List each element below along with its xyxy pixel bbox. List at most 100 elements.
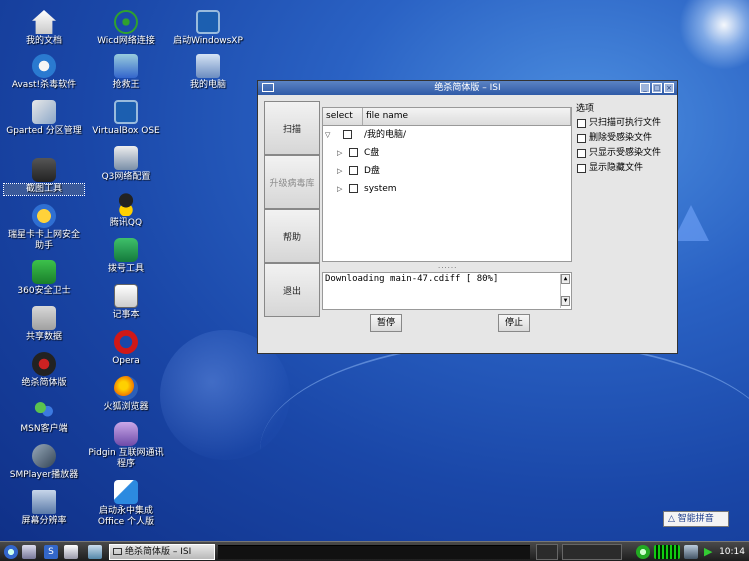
tree-row[interactable]: ▽ /我的电脑/ [323, 126, 571, 144]
wallpaper-arc [260, 340, 749, 560]
desktop-icon-winxp[interactable]: 启动WindowsXP [168, 10, 248, 47]
antivirus-window: 绝杀简体版 – ISI _ □ × 扫描 升级病毒库 帮助 退出 select … [257, 80, 678, 354]
tree-checkbox[interactable] [349, 184, 358, 193]
virtualbox-icon [114, 100, 138, 124]
options-title: 选项 [576, 104, 595, 114]
maximize-icon[interactable]: □ [652, 83, 662, 93]
input-method-indicator[interactable]: △ 智能拼音 [663, 511, 729, 527]
desktop-icon-opera[interactable]: Opera [86, 330, 166, 367]
winxp-icon [196, 10, 220, 34]
expand-arrow-icon[interactable]: ▷ [337, 180, 342, 198]
scroll-up-icon[interactable]: ▲ [561, 274, 570, 284]
tree-row[interactable]: ▷ C盘 [323, 144, 571, 162]
desktop-icon-shared-data[interactable]: 共享数据 [4, 306, 84, 343]
pause-button[interactable]: 暂停 [370, 314, 403, 332]
qq-icon [114, 192, 138, 216]
desktop-icon-dialer[interactable]: 拨号工具 [86, 238, 166, 275]
option-checkbox[interactable] [577, 119, 586, 128]
start-menu-icon[interactable] [4, 545, 18, 559]
workspace-icon[interactable] [88, 545, 102, 559]
desktop-icon-screenshot[interactable]: 截图工具 [3, 158, 85, 196]
quicklaunch-icon[interactable] [22, 545, 36, 559]
light-flare [679, 0, 749, 70]
show-desktop-icon[interactable]: S [44, 545, 58, 559]
expand-arrow-icon[interactable]: ▷ [337, 162, 342, 180]
desktop-icon-resolution[interactable]: 屏幕分辨率 [4, 490, 84, 527]
desktop-icon-firefox[interactable]: 火狐浏览器 [86, 376, 166, 413]
log-scrollbar[interactable]: ▲ ▼ [560, 274, 570, 308]
option-delete-infected[interactable]: 删除受感染文件 [576, 131, 676, 146]
shield-360-icon [32, 260, 56, 284]
scan-button[interactable]: 扫描 [264, 101, 320, 155]
network-graph-icon[interactable] [654, 545, 680, 559]
scroll-down-icon[interactable]: ▼ [561, 296, 570, 306]
taskbar: S 绝杀简体版 – ISI ▶ 10:14 [0, 541, 749, 561]
collapse-arrow-icon[interactable]: ▽ [325, 126, 330, 144]
desktop-icon-my-documents[interactable]: 我的文档 [4, 10, 84, 47]
pane-splitter[interactable]: ...... [438, 262, 457, 270]
close-icon[interactable]: × [664, 83, 674, 93]
update-tray-icon[interactable] [636, 545, 650, 559]
firefox-icon [114, 376, 138, 400]
desktop-icon-gparted[interactable]: Gparted 分区管理 [4, 100, 84, 137]
option-checkbox[interactable] [577, 149, 586, 158]
phone-icon [114, 238, 138, 262]
stop-button[interactable]: 停止 [498, 314, 531, 332]
monitor-icon [32, 490, 56, 514]
option-scan-executables[interactable]: 只扫描可执行文件 [576, 116, 676, 131]
smplayer-icon [32, 444, 56, 468]
office-icon [114, 480, 138, 504]
exit-button[interactable]: 退出 [264, 263, 320, 317]
window-titlebar[interactable]: 绝杀简体版 – ISI _ □ × [258, 81, 677, 95]
desktop-icon-wicd[interactable]: Wicd网络连接 [86, 10, 166, 47]
desktop-icon-avast[interactable]: Avast!杀毒软件 [4, 54, 84, 91]
desktop-icon-virtualbox[interactable]: VirtualBox OSE [86, 100, 166, 137]
wifi-icon [114, 10, 138, 34]
desktop-icon-rescue[interactable]: 抢救王 [86, 54, 166, 91]
option-show-infected-only[interactable]: 只显示受感染文件 [576, 146, 676, 161]
action-panel: 扫描 升级病毒库 帮助 退出 [264, 101, 320, 317]
download-log[interactable]: Downloading main-47.cdiff [ 80%] ▲ ▼ [322, 272, 572, 310]
desktop-icon-q3-network[interactable]: Q3网络配置 [86, 146, 166, 183]
terminal-icon[interactable] [64, 545, 78, 559]
expand-arrow-icon[interactable]: ▷ [337, 144, 342, 162]
window-title: 绝杀简体版 – ISI [434, 83, 501, 93]
desktop-icon-360[interactable]: 360安全卫士 [4, 260, 84, 297]
desktop-icon-notepad[interactable]: 记事本 [86, 284, 166, 321]
window-menu-icon[interactable] [262, 83, 274, 92]
update-virus-db-button[interactable]: 升级病毒库 [264, 155, 320, 209]
tree-checkbox[interactable] [343, 130, 352, 139]
computer-icon [196, 54, 220, 78]
tray-spacer [562, 544, 622, 560]
taskbar-task-antivirus[interactable]: 绝杀简体版 – ISI [109, 544, 215, 560]
desktop-icon-smplayer[interactable]: SMPlayer播放器 [4, 444, 84, 481]
column-file-name[interactable]: file name [363, 108, 571, 125]
minimize-icon[interactable]: _ [640, 83, 650, 93]
rescue-icon [114, 54, 138, 78]
options-group: 选项 只扫描可执行文件 删除受感染文件 只显示受感染文件 显示隐藏文件 [576, 101, 676, 176]
keyboard-icon[interactable] [536, 544, 558, 560]
desktop-icon-qq[interactable]: 腾讯QQ [86, 192, 166, 229]
gparted-icon [32, 100, 56, 124]
clock: 10:14 [719, 547, 745, 557]
column-select[interactable]: select [323, 108, 363, 125]
desktop-icon-ruixing[interactable]: 瑞星卡卡上网安全助手 [4, 204, 84, 252]
option-show-hidden[interactable]: 显示隐藏文件 [576, 161, 676, 176]
play-icon[interactable]: ▶ [704, 545, 714, 559]
option-checkbox[interactable] [577, 134, 586, 143]
tree-checkbox[interactable] [349, 166, 358, 175]
desktop-icon-pidgin[interactable]: Pidgin 互联网通讯程序 [86, 422, 166, 470]
tree-checkbox[interactable] [349, 148, 358, 157]
desktop-icon-antivirus[interactable]: 绝杀简体版 [4, 352, 84, 389]
help-button[interactable]: 帮助 [264, 209, 320, 263]
network-tray-icon[interactable] [684, 545, 698, 559]
desktop-icon-office[interactable]: 启动永中集成Office 个人版 [86, 480, 166, 528]
notepad-icon [114, 284, 138, 308]
tree-row[interactable]: ▷ system [323, 180, 571, 198]
option-checkbox[interactable] [577, 164, 586, 173]
desktop-icon-my-computer[interactable]: 我的电脑 [168, 54, 248, 91]
desktop-icon-msn[interactable]: MSN客户端 [4, 398, 84, 435]
tree-row[interactable]: ▷ D盘 [323, 162, 571, 180]
avast-icon [32, 54, 56, 78]
task-window-icon [113, 548, 122, 555]
